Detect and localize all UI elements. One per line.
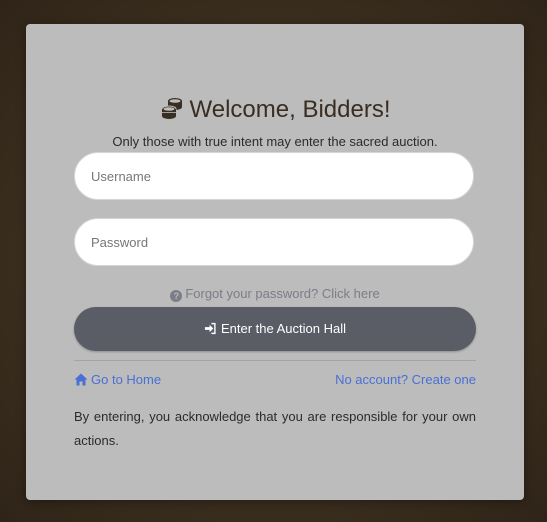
sign-in-icon bbox=[204, 322, 217, 338]
forgot-password-link[interactable]: ? Forgot your password? Click here bbox=[26, 286, 524, 302]
forgot-password-label: Forgot your password? Click here bbox=[185, 286, 380, 301]
coins-icon bbox=[160, 96, 184, 129]
title-text: Welcome, Bidders! bbox=[189, 96, 391, 123]
subtitle: Only those with true intent may enter th… bbox=[112, 134, 438, 149]
page-title: Welcome, Bidders! bbox=[26, 94, 524, 129]
home-icon bbox=[74, 373, 88, 389]
disclaimer-text: By entering, you acknowledge that you ar… bbox=[74, 409, 476, 448]
question-circle-icon: ? bbox=[170, 290, 183, 302]
enter-auction-button[interactable]: Enter the Auction Hall bbox=[74, 307, 476, 351]
password-input[interactable] bbox=[74, 218, 474, 266]
go-home-link[interactable]: Go to Home bbox=[74, 372, 161, 389]
create-account-link[interactable]: No account? Create one bbox=[335, 372, 476, 387]
divider bbox=[74, 360, 476, 361]
go-home-label: Go to Home bbox=[91, 372, 162, 387]
login-card: Welcome, Bidders! Only those with true i… bbox=[26, 24, 524, 500]
username-input[interactable] bbox=[74, 152, 474, 200]
enter-auction-label: Enter the Auction Hall bbox=[220, 320, 347, 336]
